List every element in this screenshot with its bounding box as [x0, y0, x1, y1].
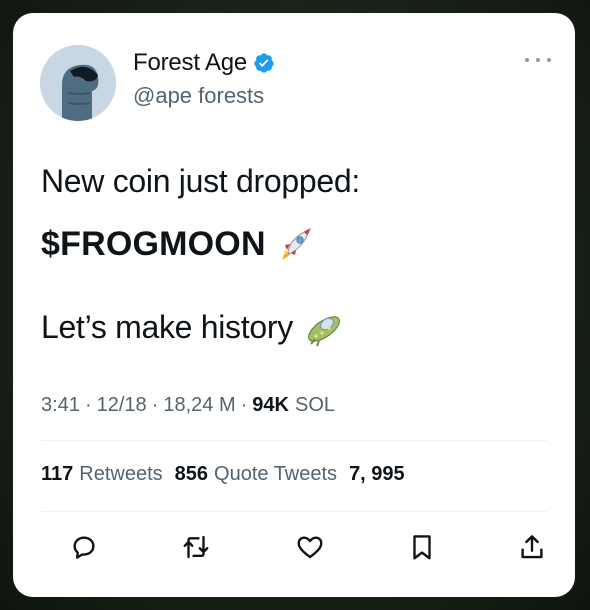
coin-ticker[interactable]: $FROGMOON	[41, 225, 266, 264]
avatar[interactable]	[40, 45, 116, 121]
retweets-label[interactable]: Retweets	[79, 463, 162, 486]
share-button[interactable]	[516, 531, 548, 563]
meta-separator: ·	[84, 394, 92, 416]
rocket-icon	[281, 228, 311, 260]
more-options-icon[interactable]	[525, 53, 551, 67]
tweet-text-line-2: $FROGMOON	[41, 224, 316, 264]
bookmark-icon	[413, 535, 431, 560]
tweet-stats: 117 Retweets 856 Quote Tweets 7, 995	[41, 463, 405, 486]
divider	[41, 440, 547, 441]
meta-separator: ·	[151, 394, 159, 416]
like-icon	[297, 536, 323, 559]
reply-button[interactable]	[68, 531, 100, 563]
share-icon	[521, 535, 543, 559]
divider	[41, 511, 547, 512]
retweets-count[interactable]: 117	[41, 463, 73, 486]
quotes-label[interactable]: Quote Tweets	[214, 463, 337, 486]
tweet-time[interactable]: 3:41	[41, 394, 80, 417]
retweet-button[interactable]	[180, 531, 212, 563]
bookmark-button[interactable]	[406, 531, 438, 563]
author-handle[interactable]: @ape forests	[133, 83, 264, 109]
author-display-name[interactable]: Forest Age	[133, 49, 247, 77]
meta-separator: ·	[240, 394, 248, 416]
verified-badge-icon	[254, 53, 274, 73]
amount-value: 94K	[252, 394, 289, 416]
likes-count[interactable]: 7, 995	[349, 463, 405, 486]
tweet-views: 18,24 M	[163, 394, 236, 416]
tweet-text-line-3: Let’s make history	[41, 306, 345, 348]
tweet-text-line-1: New coin just dropped:	[41, 163, 360, 199]
tweet-text-history: Let’s make history	[41, 308, 293, 345]
retweet-icon	[183, 535, 209, 559]
tweet-card: Forest Age @ape forests New coin just dr…	[13, 13, 575, 597]
tweet-date[interactable]: 12/18	[97, 394, 147, 417]
tweet-meta: 3:41 · 12/18 · 18,24 M · 94K SOL	[41, 394, 335, 417]
author-name-row[interactable]: Forest Age	[133, 49, 275, 77]
ufo-icon	[307, 316, 340, 347]
quotes-count[interactable]: 856	[175, 463, 208, 486]
tweet-actions	[68, 531, 548, 563]
amount-unit: SOL	[294, 394, 336, 416]
like-button[interactable]	[294, 531, 326, 563]
reply-icon	[73, 536, 95, 559]
